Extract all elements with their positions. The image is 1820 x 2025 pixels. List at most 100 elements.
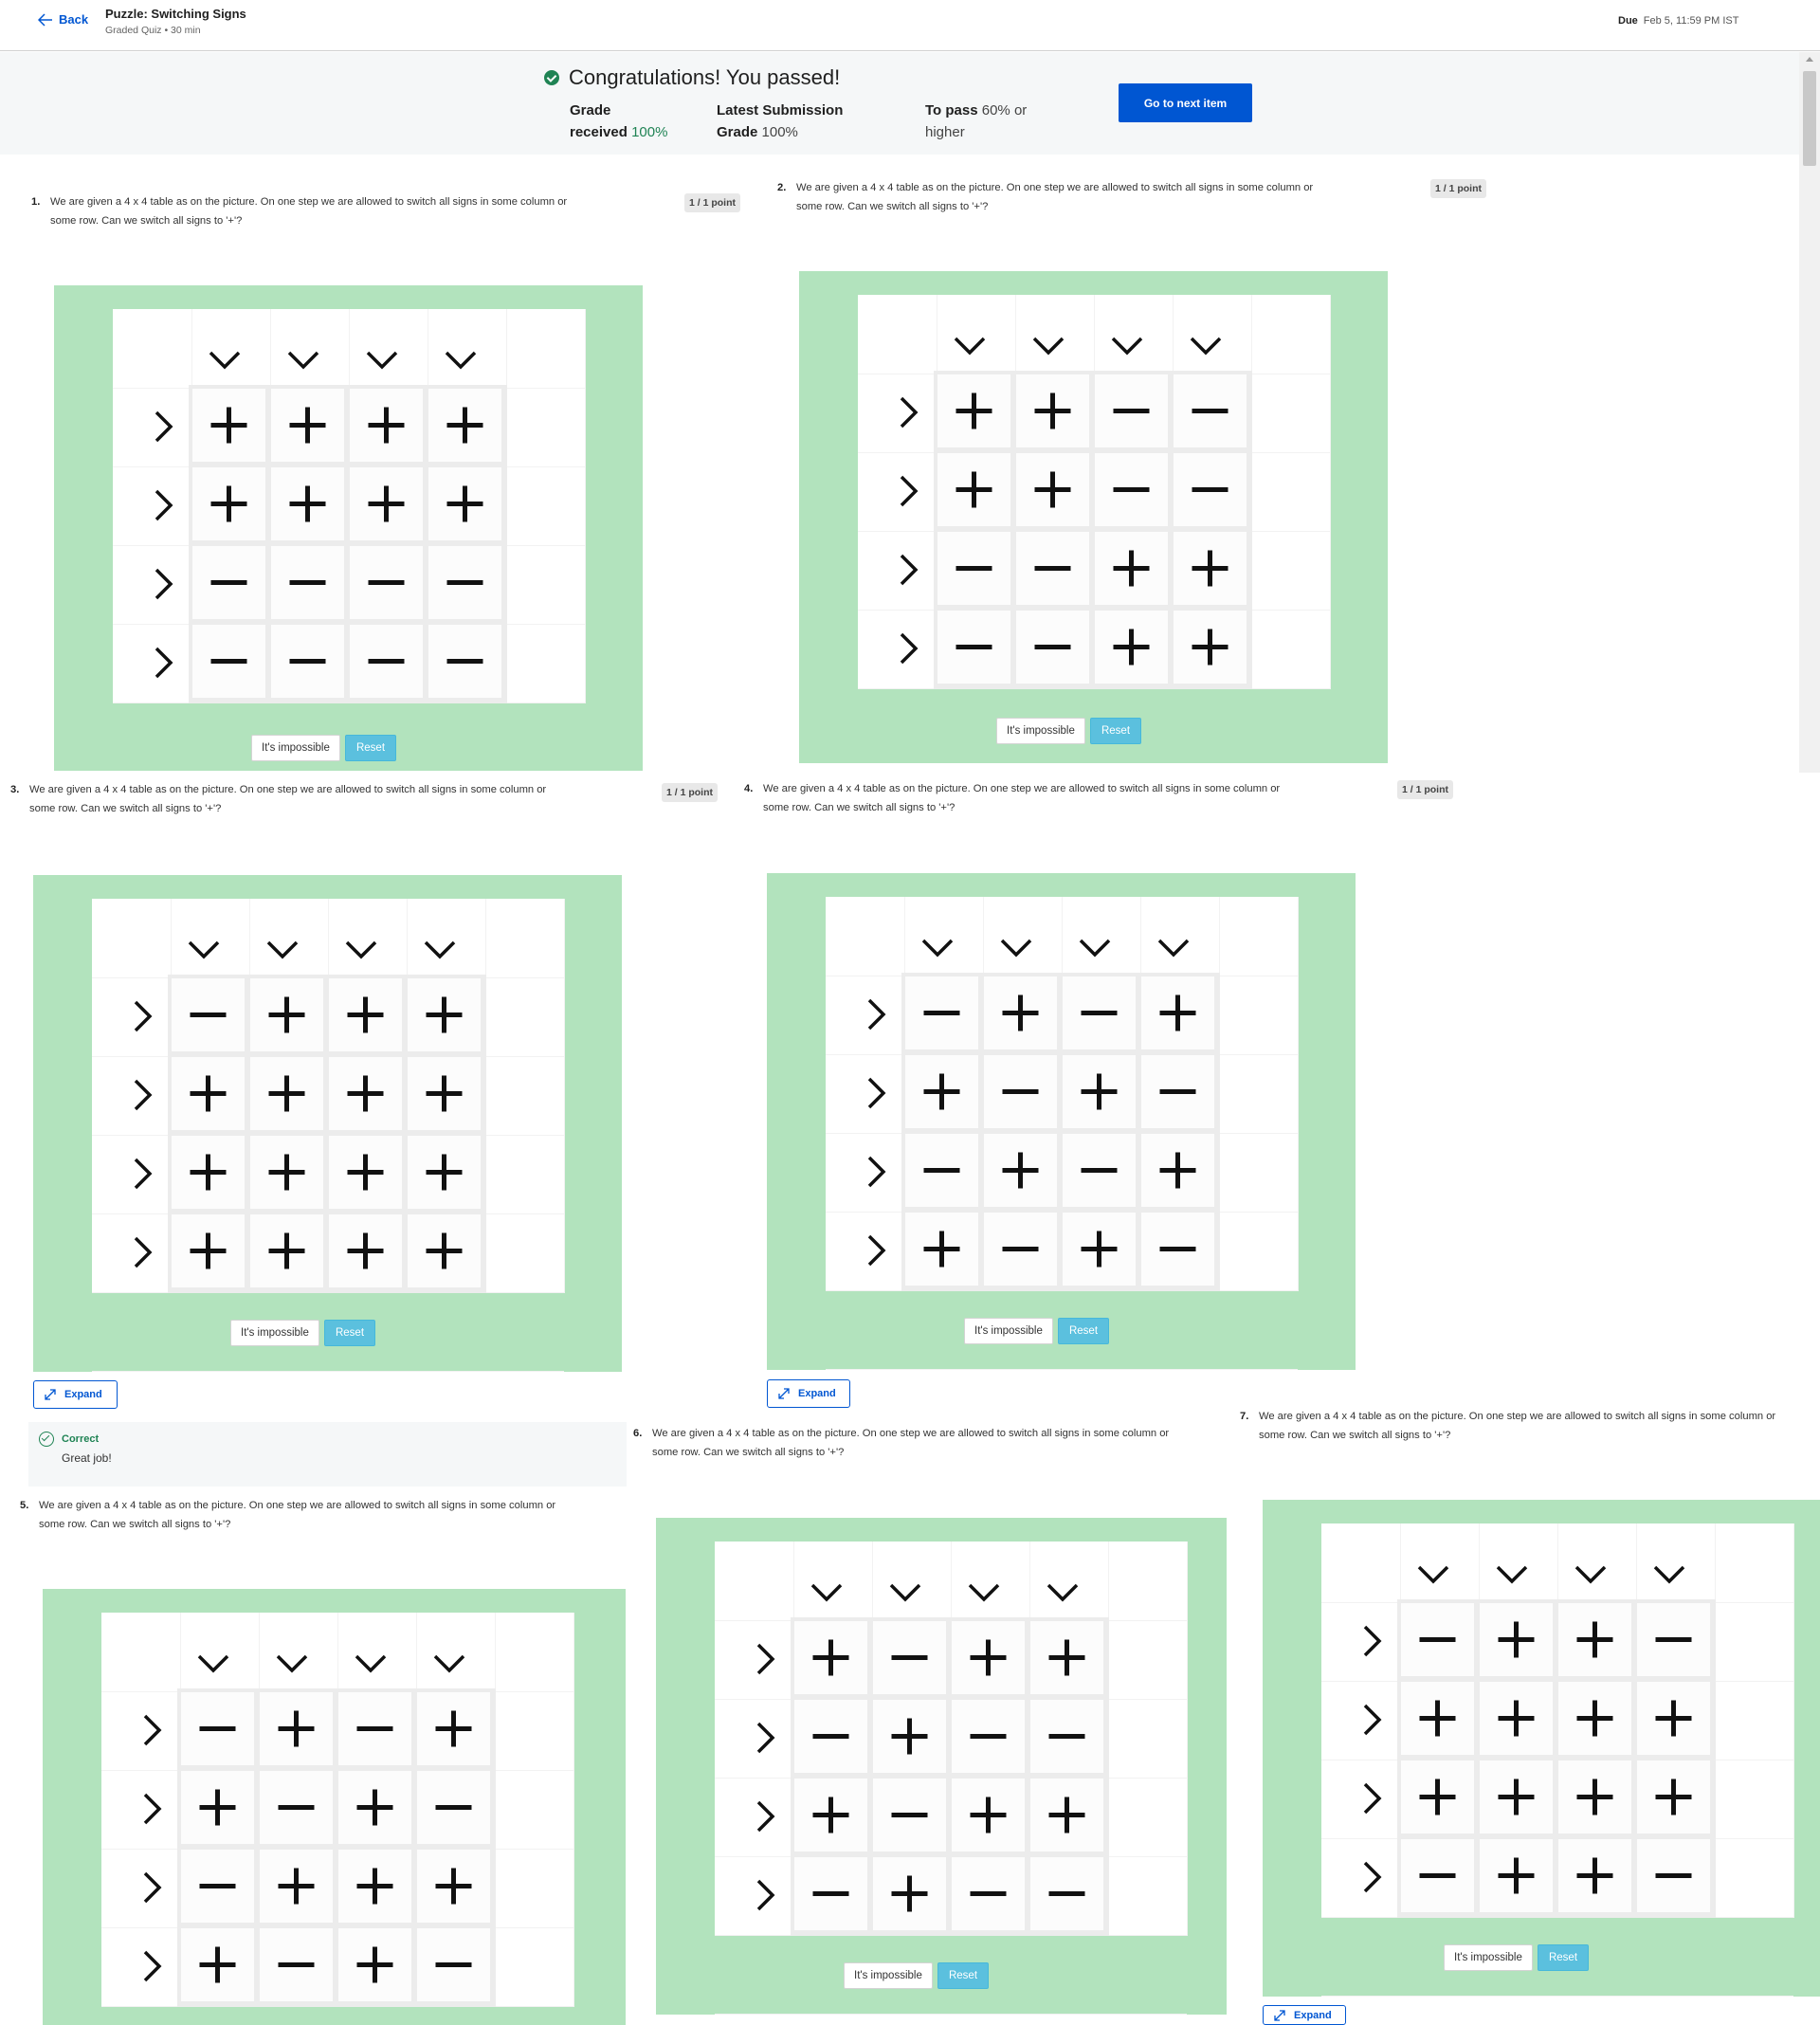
column-toggle-arrow[interactable] <box>432 1653 466 1674</box>
expand-button[interactable]: Expand <box>33 1380 118 1409</box>
minus-icon <box>1159 1247 1196 1251</box>
reset-button[interactable]: Reset <box>937 1962 989 1989</box>
row-toggle-arrow[interactable] <box>133 1157 154 1191</box>
sign-cell <box>181 1850 254 1923</box>
sign-cell <box>260 1771 333 1844</box>
row-toggle-arrow[interactable] <box>142 1713 163 1747</box>
column-toggle-arrow[interactable] <box>354 1653 388 1674</box>
plus-icon <box>1159 994 1196 1031</box>
column-toggle-arrow[interactable] <box>1110 336 1144 356</box>
question-line-1: We are given a 4 x 4 table as on the pic… <box>1259 1411 1776 1422</box>
grade-label: Grade <box>570 102 611 119</box>
column-toggle-arrow[interactable] <box>1416 1564 1450 1585</box>
column-toggle-arrow[interactable] <box>1189 336 1223 356</box>
row-toggle-arrow[interactable] <box>142 1792 163 1826</box>
row-toggle-arrow[interactable] <box>866 1155 887 1189</box>
column-toggle-arrow[interactable] <box>265 940 300 960</box>
scrollbar[interactable] <box>1799 52 1820 773</box>
points-badge: 1 / 1 point <box>1430 179 1487 198</box>
question-line-2: some row. Can we switch all signs to '+'… <box>763 802 956 813</box>
minus-icon <box>210 659 247 664</box>
column-toggle-arrow[interactable] <box>423 940 457 960</box>
row-toggle-arrow[interactable] <box>755 1642 776 1676</box>
row-toggle-arrow[interactable] <box>866 1076 887 1110</box>
row-toggle-arrow[interactable] <box>899 395 919 429</box>
sign-cell <box>905 1213 978 1286</box>
reset-button[interactable]: Reset <box>1058 1318 1109 1344</box>
row-toggle-arrow[interactable] <box>154 488 174 522</box>
row-toggle-arrow[interactable] <box>142 1949 163 1983</box>
scroll-up-icon[interactable] <box>1806 57 1813 62</box>
reset-button[interactable]: Reset <box>345 735 396 761</box>
row-toggle-arrow[interactable] <box>154 410 174 444</box>
reset-button[interactable]: Reset <box>1090 718 1141 744</box>
row-toggle-arrow[interactable] <box>899 474 919 508</box>
row-toggle-arrow[interactable] <box>133 1078 154 1112</box>
row-toggle-arrow[interactable] <box>1362 1703 1383 1737</box>
sign-cell <box>172 1214 245 1287</box>
column-toggle-arrow[interactable] <box>1078 938 1112 958</box>
column-toggle-arrow[interactable] <box>444 350 478 371</box>
column-toggle-arrow[interactable] <box>275 1653 309 1674</box>
next-item-button[interactable]: Go to next item <box>1119 83 1252 122</box>
column-toggle-arrow[interactable] <box>999 938 1033 958</box>
row-toggle-arrow[interactable] <box>755 1799 776 1833</box>
reset-button[interactable]: Reset <box>1538 1944 1589 1971</box>
column-toggle-arrow[interactable] <box>1574 1564 1608 1585</box>
minus-icon <box>956 566 992 571</box>
impossible-button[interactable]: It's impossible <box>844 1962 933 1989</box>
impossible-button[interactable]: It's impossible <box>1444 1944 1533 1971</box>
plus-icon <box>435 1710 472 1747</box>
column-toggle-arrow[interactable] <box>967 1582 1001 1603</box>
column-toggle-arrow[interactable] <box>1046 1582 1080 1603</box>
row-toggle-arrow[interactable] <box>1362 1860 1383 1894</box>
reset-button[interactable]: Reset <box>324 1320 375 1346</box>
impossible-button[interactable]: It's impossible <box>964 1318 1053 1344</box>
impossible-button[interactable]: It's impossible <box>230 1320 319 1346</box>
column-toggle-arrow[interactable] <box>365 350 399 371</box>
row-toggle-arrow[interactable] <box>154 646 174 680</box>
column-toggle-arrow[interactable] <box>286 350 320 371</box>
sign-cell <box>408 1214 481 1287</box>
row-toggle-arrow[interactable] <box>755 1721 776 1755</box>
column-toggle-arrow[interactable] <box>920 938 955 958</box>
row-toggle-arrow[interactable] <box>866 997 887 1031</box>
back-button[interactable]: Back <box>38 12 88 27</box>
sign-cell <box>984 1134 1057 1207</box>
row-toggle-arrow[interactable] <box>154 567 174 601</box>
column-toggle-arrow[interactable] <box>208 350 242 371</box>
expand-button[interactable]: Expand <box>767 1379 850 1408</box>
row-toggle-arrow[interactable] <box>899 553 919 587</box>
row-toggle-arrow[interactable] <box>755 1878 776 1912</box>
row-toggle-arrow[interactable] <box>133 999 154 1033</box>
impossible-button[interactable]: It's impossible <box>251 735 340 761</box>
plus-icon <box>1192 550 1228 587</box>
row-toggle-arrow[interactable] <box>133 1235 154 1269</box>
row-toggle-arrow[interactable] <box>866 1233 887 1268</box>
column-toggle-arrow[interactable] <box>888 1582 922 1603</box>
column-toggle-arrow[interactable] <box>1495 1564 1529 1585</box>
row-toggle-arrow[interactable] <box>1362 1781 1383 1815</box>
row-toggle-arrow[interactable] <box>1362 1624 1383 1658</box>
column-toggle-arrow[interactable] <box>196 1653 230 1674</box>
row-toggle-arrow[interactable] <box>899 631 919 666</box>
minus-icon <box>368 580 405 585</box>
scroll-thumb[interactable] <box>1803 71 1816 166</box>
column-toggle-arrow[interactable] <box>187 940 221 960</box>
sign-cell <box>1063 1055 1136 1128</box>
expand-button[interactable]: Expand <box>1263 2005 1346 2025</box>
plus-icon <box>891 1875 928 1912</box>
pass-title: Congratulations! You passed! <box>544 65 840 90</box>
column-toggle-arrow[interactable] <box>953 336 987 356</box>
sign-cell <box>329 1214 402 1287</box>
column-toggle-arrow[interactable] <box>1652 1564 1686 1585</box>
impossible-button[interactable]: It's impossible <box>996 718 1085 744</box>
sign-cell <box>905 1055 978 1128</box>
sign-cell <box>250 1057 323 1130</box>
minus-icon <box>1419 1873 1456 1878</box>
column-toggle-arrow[interactable] <box>1156 938 1191 958</box>
column-toggle-arrow[interactable] <box>1031 336 1065 356</box>
column-toggle-arrow[interactable] <box>344 940 378 960</box>
column-toggle-arrow[interactable] <box>810 1582 844 1603</box>
row-toggle-arrow[interactable] <box>142 1870 163 1905</box>
